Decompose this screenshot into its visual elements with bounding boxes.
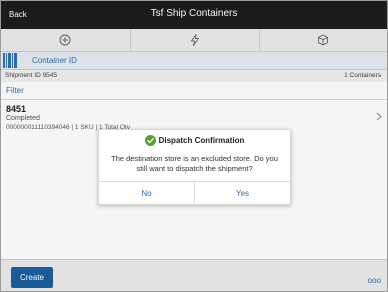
check-circle-icon [144, 134, 156, 146]
dialog-buttons: No Yes [99, 181, 290, 205]
dispatch-confirmation-dialog: Dispatch Confirmation The destination st… [98, 129, 291, 205]
dialog-message: The destination store is an excluded sto… [111, 154, 278, 173]
app-frame: Back Tsf Ship Containers Container ID Sh… [0, 0, 388, 292]
yes-button[interactable]: Yes [195, 182, 290, 205]
dialog-title: Dispatch Confirmation [158, 135, 245, 145]
dialog-header: Dispatch Confirmation [99, 134, 290, 146]
no-button[interactable]: No [99, 182, 195, 205]
